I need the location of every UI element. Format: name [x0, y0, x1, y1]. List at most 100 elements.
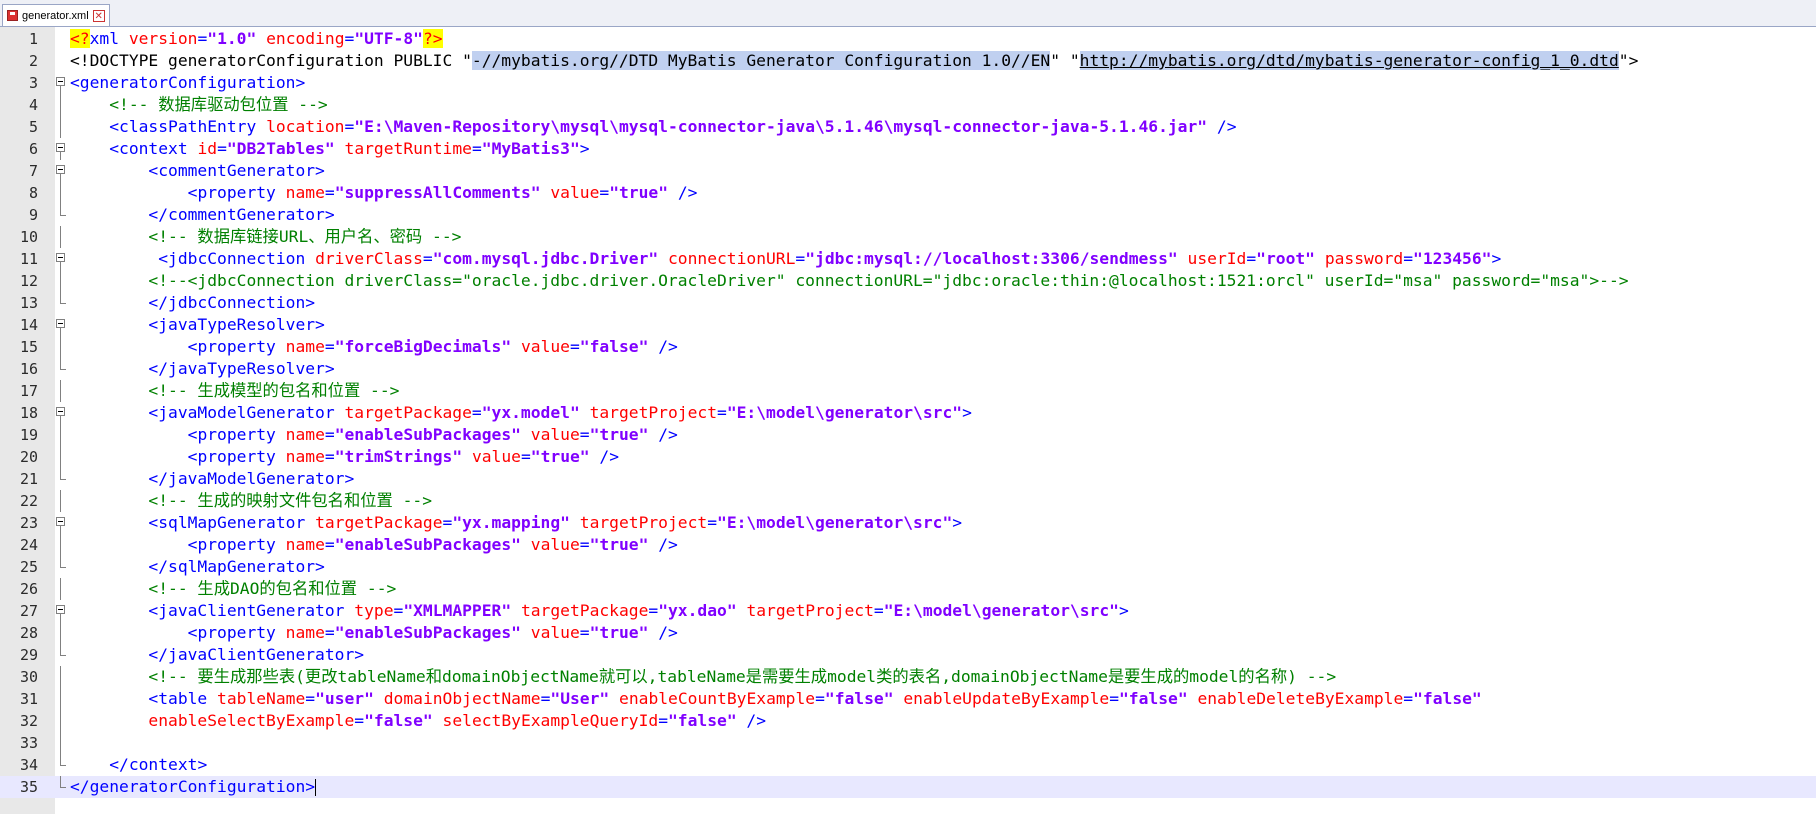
line-number: 8	[28, 184, 38, 202]
code-line[interactable]: 11 <jdbcConnection driverClass="com.mysq…	[0, 248, 1816, 270]
fold-toggle-icon[interactable]	[55, 248, 68, 270]
code-text: <property name="forceBigDecimals" value=…	[70, 336, 678, 358]
code-line[interactable]: 34 </context>	[0, 754, 1816, 776]
code-token: <property	[187, 535, 286, 554]
code-line[interactable]: 24 <property name="enableSubPackages" va…	[0, 534, 1816, 556]
code-text: enableSelectByExample="false" selectByEx…	[70, 710, 766, 732]
code-token: </javaModelGenerator>	[148, 469, 355, 488]
fold-toggle-icon[interactable]	[55, 138, 68, 160]
code-line[interactable]: 27 <javaClientGenerator type="XMLMAPPER"…	[0, 600, 1816, 622]
code-line[interactable]: 31 <table tableName="user" domainObjectN…	[0, 688, 1816, 710]
code-line[interactable]: 17 <!-- 生成模型的包名和位置 -->	[0, 380, 1816, 402]
code-token: />	[589, 447, 620, 466]
code-token: "jdbc:mysql://localhost:3306/sendmess"	[805, 249, 1178, 268]
line-number: 2	[28, 52, 38, 70]
code-token: "true"	[589, 535, 649, 554]
fold-end-marker	[55, 754, 68, 776]
fold-line-marker	[55, 424, 68, 446]
fold-toggle-icon[interactable]	[55, 160, 68, 182]
fold-end-marker	[55, 292, 68, 314]
code-token: <javaModelGenerator	[148, 403, 345, 422]
code-line[interactable]: 25 </sqlMapGenerator>	[0, 556, 1816, 578]
code-line[interactable]: 1 <?xml version="1.0" encoding="UTF-8"?>	[0, 28, 1816, 50]
code-line[interactable]: 14 <javaTypeResolver>	[0, 314, 1816, 336]
fold-line-marker	[55, 534, 68, 556]
code-line[interactable]: 8 <property name="suppressAllComments" v…	[0, 182, 1816, 204]
code-token: name	[285, 425, 325, 444]
code-token: <commentGenerator>	[148, 161, 325, 180]
code-line[interactable]: 5 <classPathEntry location="E:\Maven-Rep…	[0, 116, 1816, 138]
code-token: "E:\Maven-Repository\mysql\mysql-connect…	[354, 117, 1208, 136]
code-line[interactable]: 33	[0, 732, 1816, 754]
code-area[interactable]: 1 <?xml version="1.0" encoding="UTF-8"?> 2…	[0, 28, 1816, 798]
tab-bar: generator.xml ✕	[0, 0, 1816, 27]
fold-line-marker	[55, 336, 68, 358]
code-line[interactable]: 10 <!-- 数据库链接URL、用户名、密码 -->	[0, 226, 1816, 248]
code-line[interactable]: 23 <sqlMapGenerator targetPackage="yx.ma…	[0, 512, 1816, 534]
code-line[interactable]: 26 <!-- 生成DAO的包名和位置 -->	[0, 578, 1816, 600]
code-line[interactable]: 7 <commentGenerator>	[0, 160, 1816, 182]
code-token: =	[324, 425, 335, 444]
line-number: 32	[19, 712, 38, 730]
line-number: 14	[19, 316, 38, 334]
code-token: =	[579, 535, 590, 554]
fold-end-marker	[55, 468, 68, 490]
code-token: =	[1246, 249, 1257, 268]
code-token: />	[736, 711, 767, 730]
code-line[interactable]: 9 </commentGenerator>	[0, 204, 1816, 226]
code-line[interactable]: 20 <property name="trimStrings" value="t…	[0, 446, 1816, 468]
code-token: "E:\model\generator\src"	[726, 403, 963, 422]
code-token: connectionURL	[667, 249, 796, 268]
code-line[interactable]: 15 <property name="forceBigDecimals" val…	[0, 336, 1816, 358]
code-token: </javaTypeResolver>	[148, 359, 335, 378]
code-line[interactable]: 29 </javaClientGenerator>	[0, 644, 1816, 666]
code-line[interactable]: 28 <property name="enableSubPackages" va…	[0, 622, 1816, 644]
line-number: 16	[19, 360, 38, 378]
code-line[interactable]: 30 <!-- 要生成那些表(更改tableName和domainObjectN…	[0, 666, 1816, 688]
close-icon[interactable]: ✕	[92, 9, 105, 22]
code-token: =	[717, 403, 727, 422]
tab-generator-xml[interactable]: generator.xml ✕	[2, 4, 110, 26]
fold-toggle-icon[interactable]	[55, 600, 68, 622]
code-line[interactable]: 22 <!-- 生成的映射文件包名和位置 -->	[0, 490, 1816, 512]
code-line[interactable]: 13 </jdbcConnection>	[0, 292, 1816, 314]
code-line[interactable]: 3 <generatorConfiguration>	[0, 72, 1816, 94]
code-line[interactable]: 19 <property name="enableSubPackages" va…	[0, 424, 1816, 446]
code-token: =	[324, 183, 335, 202]
code-line[interactable]: 35 </generatorConfiguration>	[0, 776, 1816, 798]
fold-line-marker	[55, 380, 68, 402]
fold-toggle-icon[interactable]	[55, 402, 68, 424]
code-line[interactable]: 2 <!DOCTYPE generatorConfiguration PUBLIC…	[0, 50, 1816, 72]
code-token: encoding	[266, 29, 345, 48]
code-token: <!-- 生成模型的包名和位置 -->	[148, 381, 400, 400]
code-line[interactable]: 6 <context id="DB2Tables" targetRuntime=…	[0, 138, 1816, 160]
code-editor[interactable]: 1 <?xml version="1.0" encoding="UTF-8"?> 2…	[0, 27, 1816, 814]
code-line[interactable]: 18 <javaModelGenerator targetPackage="yx…	[0, 402, 1816, 424]
code-text: </context>	[70, 754, 207, 776]
code-token: <!DOCTYPE generatorConfiguration PUBLIC …	[70, 51, 472, 70]
code-line[interactable]: 21 </javaModelGenerator>	[0, 468, 1816, 490]
code-line[interactable]: 16 </javaTypeResolver>	[0, 358, 1816, 380]
code-line[interactable]: 4 <!-- 数据库驱动包位置 -->	[0, 94, 1816, 116]
fold-line-marker	[55, 446, 68, 468]
fold-toggle-icon[interactable]	[55, 512, 68, 534]
code-text: </sqlMapGenerator>	[70, 556, 324, 578]
code-token: targetProject	[589, 403, 717, 422]
code-token: http://mybatis.org/dtd/mybatis-generator…	[1079, 51, 1619, 70]
fold-toggle-icon[interactable]	[55, 72, 68, 94]
code-token: "false"	[364, 711, 433, 730]
line-number: 10	[19, 228, 38, 246]
code-token: "true"	[609, 183, 669, 202]
code-line[interactable]: 32 enableSelectByExample="false" selectB…	[0, 710, 1816, 732]
code-line[interactable]: 12 <!--<jdbcConnection driverClass="orac…	[0, 270, 1816, 292]
code-token: targetPackage	[344, 403, 472, 422]
code-token: />	[648, 623, 678, 642]
fold-toggle-icon[interactable]	[55, 314, 68, 336]
